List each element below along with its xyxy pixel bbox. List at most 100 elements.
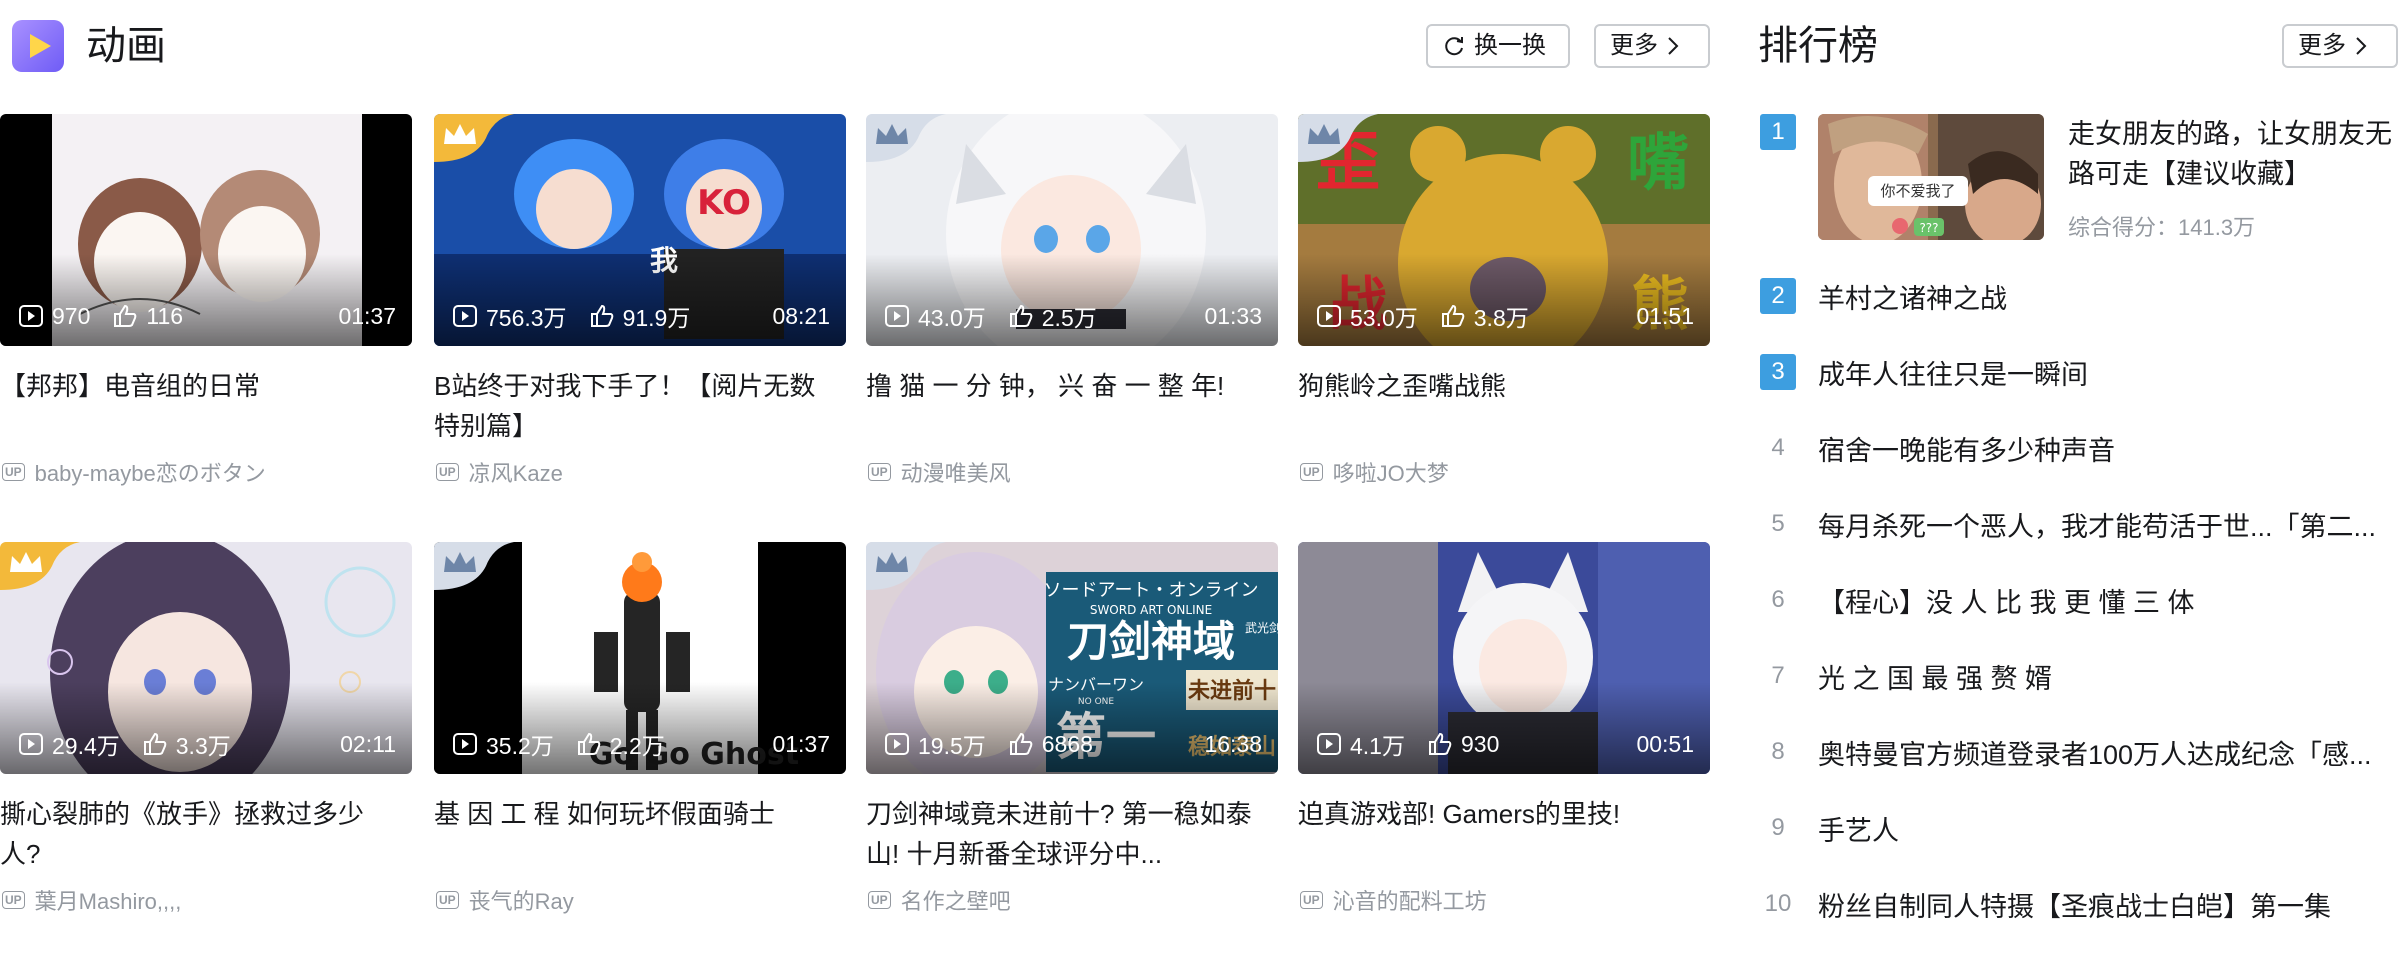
rank-number: 10 — [1764, 890, 1792, 917]
uploader[interactable]: UP 哆啦JO大梦 — [1300, 456, 1449, 488]
crown-icon — [434, 114, 514, 162]
refresh-icon — [1445, 37, 1463, 56]
ranking-item[interactable]: 7 光 之 国 最 强 赘 婿 — [1756, 652, 2400, 700]
ranking-item-title[interactable]: 【程心】没 人 比 我 更 懂 三 体 — [1818, 581, 2398, 620]
like-count: 116 — [146, 302, 184, 329]
ranking-item[interactable]: 6 【程心】没 人 比 我 更 懂 三 体 — [1756, 576, 2400, 624]
crown-icon — [866, 114, 946, 162]
uploader-name[interactable]: 动漫唯美风 — [901, 456, 1011, 488]
ranking-item-title[interactable]: 奥特曼官方频道登录者100万人达成纪念「感... — [1818, 733, 2398, 772]
more-button[interactable]: 更多 — [1594, 24, 1710, 68]
ranking-item[interactable]: 2 羊村之诸神之战 — [1756, 272, 2400, 320]
uploader[interactable]: UP 葉月Mashiro,,,, — [2, 884, 181, 916]
play-count: 29.4万 — [52, 733, 120, 759]
play-count: 43.0万 — [918, 305, 986, 331]
video-title[interactable]: 撸 猫 一 分 钟， 兴 奋 一 整 年! — [866, 366, 1266, 446]
uploader-name[interactable]: 哆啦JO大梦 — [1333, 456, 1449, 488]
video-thumbnail[interactable]: 970 116 01:37 — [0, 114, 412, 346]
video-stats: 35.2万 2.2万 01:37 — [452, 726, 830, 762]
ranking-featured-score: 综合得分：141.3万 — [2068, 215, 2256, 240]
video-thumbnail[interactable]: 43.0万 2.5万 01:33 — [866, 114, 1278, 346]
rank-number: 6 — [1771, 586, 1785, 613]
video-thumbnail[interactable]: Go Go Ghost 35.2万 2.2万 01:37 — [434, 542, 846, 774]
ranking-item-title[interactable]: 成年人往往只是一瞬间 — [1818, 353, 2398, 392]
ranking-item[interactable]: 5 每月杀死一个恶人，我才能苟活于世...「第二... — [1756, 500, 2400, 548]
uploader[interactable]: UP 凉风Kaze — [436, 456, 563, 488]
video-duration: 16:38 — [1204, 730, 1262, 757]
ranking-item-title[interactable]: 羊村之诸神之战 — [1818, 277, 2398, 316]
rank-number: 1 — [1760, 114, 1796, 150]
play-count-icon — [453, 305, 477, 327]
up-badge-icon: UP — [1300, 891, 1323, 909]
svg-text:ソードアート・オンライン: ソードアート・オンライン — [1044, 580, 1259, 601]
up-badge-icon: UP — [2, 463, 25, 481]
uploader-name[interactable]: 葉月Mashiro,,,, — [35, 884, 182, 916]
video-title[interactable]: 迫真游戏部! Gamers的里技! — [1298, 794, 1698, 874]
ranking-item[interactable]: 9 手艺人 — [1756, 804, 2400, 852]
ranking-item-title[interactable]: 每月杀死一个恶人，我才能苟活于世...「第二... — [1818, 505, 2398, 544]
video-thumbnail[interactable]: ソードアート・オンライン SWORD ART ONLINE 刀剑神域 武光剑 ナ… — [866, 542, 1278, 774]
video-title[interactable]: 撕心裂肺的《放手》拯救过多少人? — [0, 794, 400, 874]
video-title[interactable]: 【邦邦】电音组的日常 — [0, 366, 400, 446]
video-stats: 19.5万 6868 16:38 — [884, 726, 1262, 762]
rank-number: 2 — [1760, 278, 1796, 314]
play-count: 970 — [52, 302, 91, 329]
video-duration: 01:37 — [338, 302, 396, 329]
like-count: 2.5万 — [1041, 305, 1097, 331]
section-title[interactable]: 动画 — [86, 20, 166, 72]
video-stats: 970 116 01:37 — [18, 298, 396, 334]
rank-number: 9 — [1771, 814, 1785, 841]
ranking-item[interactable]: 10 粉丝自制同人特摄【圣痕战士白皑】第一集 — [1756, 880, 2400, 928]
like-icon — [590, 304, 613, 327]
uploader[interactable]: UP 动漫唯美风 — [868, 456, 1011, 488]
video-title[interactable]: B站终于对我下手了！【阅片无数特别篇】 — [434, 366, 834, 446]
uploader-name[interactable]: 丧气的Ray — [469, 884, 574, 916]
uploader[interactable]: UP 丧气的Ray — [436, 884, 574, 916]
uploader-name[interactable]: 名作之壁吧 — [901, 884, 1011, 916]
ranking-item[interactable]: 3 成年人往往只是一瞬间 — [1756, 348, 2400, 396]
refresh-button[interactable]: 换一换 — [1426, 24, 1570, 68]
play-count-icon — [1317, 733, 1341, 755]
uploader-name[interactable]: 沁音的配料工坊 — [1333, 884, 1487, 916]
uploader-name[interactable]: 凉风Kaze — [469, 456, 563, 488]
ranking-item-title[interactable]: 手艺人 — [1818, 809, 2398, 848]
ranking-item-title[interactable]: 宿舍一晚能有多少种声音 — [1818, 429, 2398, 468]
video-title[interactable]: 狗熊岭之歪嘴战熊 — [1298, 366, 1698, 446]
video-duration: 01:37 — [772, 730, 830, 757]
ranking-item-title[interactable]: 粉丝自制同人特摄【圣痕战士白皑】第一集 — [1818, 885, 2398, 924]
uploader[interactable]: UP baby-maybe恋のボタン — [2, 456, 266, 488]
video-duration: 01:33 — [1204, 302, 1262, 329]
svg-text:嘴: 嘴 — [1627, 126, 1689, 199]
uploader[interactable]: UP 名作之壁吧 — [868, 884, 1011, 916]
video-stats: 43.0万 2.5万 01:33 — [884, 298, 1262, 334]
crown-icon — [1298, 114, 1378, 162]
ranking-featured-title[interactable]: 走女朋友的路，让女朋友无路可走【建议收藏】 — [2068, 114, 2398, 194]
video-thumbnail[interactable]: 4.1万 930 00:51 — [1298, 542, 1710, 774]
like-count: 3.8万 — [1473, 305, 1529, 331]
video-stats: 756.3万 91.9万 08:21 — [452, 298, 830, 334]
ranking-header: 排行榜 更多 — [1756, 14, 2400, 78]
video-stats: 53.0万 3.8万 01:51 — [1316, 298, 1694, 334]
video-thumbnail[interactable]: 歪 战 嘴 熊 53.0万 3.8万 01:51 — [1298, 114, 1710, 346]
chevron-right-icon — [2356, 37, 2367, 55]
ranking-featured-thumbnail[interactable]: 你不爱我了 ??? — [1818, 114, 2044, 240]
up-badge-icon: UP — [868, 891, 891, 909]
like-icon — [1441, 304, 1465, 327]
play-count: 4.1万 — [1350, 733, 1405, 759]
ranking-item[interactable]: 8 奥特曼官方频道登录者100万人达成纪念「感... — [1756, 728, 2400, 776]
crown-icon — [866, 542, 946, 590]
ranking-item-title[interactable]: 光 之 国 最 强 赘 婿 — [1818, 657, 2398, 696]
video-title[interactable]: 基 因 工 程 如何玩坏假面骑士 — [434, 794, 834, 874]
ranking-featured-item[interactable]: 1 你不爱我了 ??? 走女朋友的路，让女朋友无路可走【建议收藏】 综合得分：1… — [1756, 114, 2400, 242]
uploader-name[interactable]: baby-maybe恋のボタン — [35, 456, 266, 488]
video-thumbnail[interactable]: 29.4万 3.3万 02:11 — [0, 542, 412, 774]
video-title[interactable]: 刀剑神域竟未进前十? 第一稳如泰山! 十月新番全球评分中... — [866, 794, 1266, 874]
ranking-more-button[interactable]: 更多 — [2282, 24, 2398, 68]
ranking-item[interactable]: 4 宿舍一晚能有多少种声音 — [1756, 424, 2400, 472]
uploader[interactable]: UP 沁音的配料工坊 — [1300, 884, 1487, 916]
play-count: 19.5万 — [918, 733, 986, 759]
video-thumbnail[interactable]: KO 我 756.3万 91.9万 08:21 — [434, 114, 846, 346]
rank-number: 8 — [1771, 738, 1785, 765]
video-duration: 01:51 — [1636, 302, 1694, 329]
rank-number: 4 — [1771, 434, 1785, 461]
